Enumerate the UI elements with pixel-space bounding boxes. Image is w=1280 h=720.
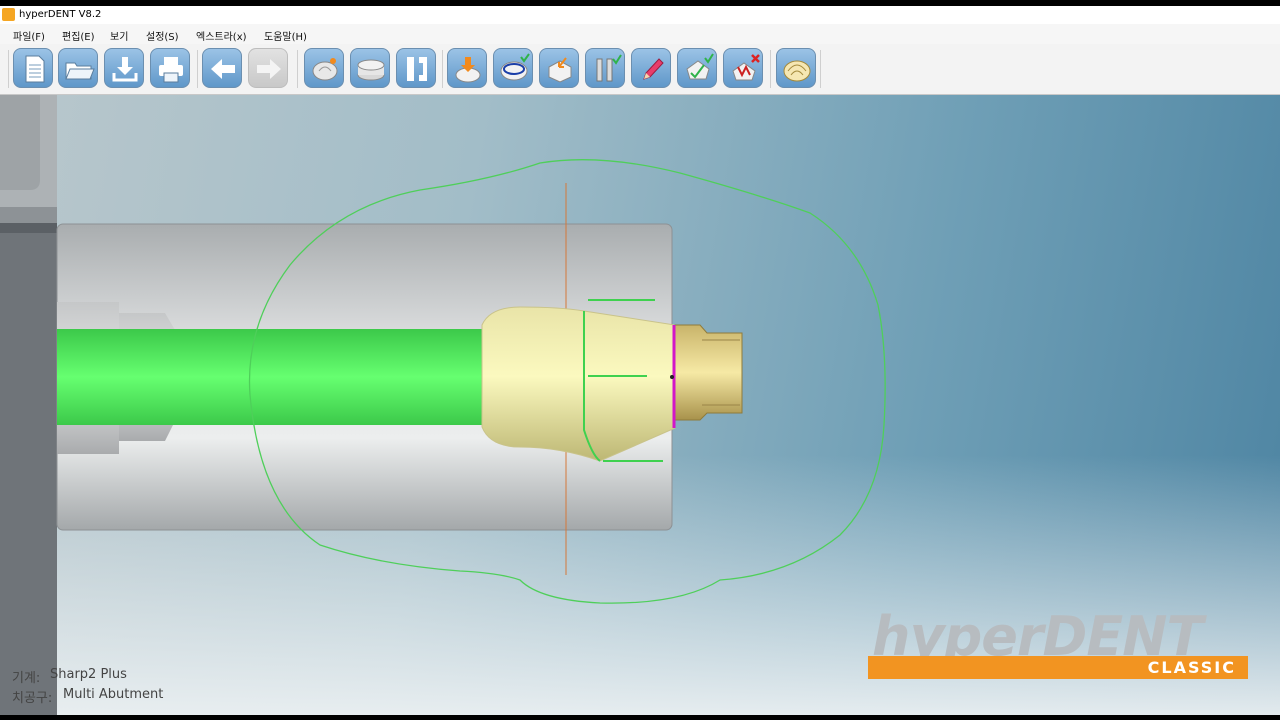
margin-button[interactable]: [493, 48, 533, 88]
hex-connection: [674, 324, 743, 421]
redo-button[interactable]: [248, 48, 288, 88]
blank-disc-icon: [357, 59, 385, 81]
save-download-icon: [112, 57, 138, 82]
edit-button[interactable]: [631, 48, 671, 88]
menu-view[interactable]: 보기: [110, 28, 128, 43]
screen-bottom-border: [0, 715, 1280, 720]
toolbar-separator: [8, 50, 9, 88]
tool-value: Multi Abutment: [63, 687, 164, 702]
print-icon: [159, 57, 183, 83]
window-title: hyperDENT V8.2: [19, 9, 102, 20]
app-logo-icon: [2, 8, 15, 21]
machine-label: 기계:: [12, 671, 41, 686]
save-button[interactable]: [104, 48, 144, 88]
tool-label: 치공구:: [12, 691, 53, 706]
toolbar-separator: [442, 50, 443, 88]
tool-check-icon: [596, 54, 622, 82]
menu-bar: 파일(F) 편집(E) 보기 설정(S) 엑스트라(x) 도움말(H): [0, 24, 1280, 44]
fixture-button[interactable]: [396, 48, 436, 88]
calculate-crown-icon: [783, 60, 811, 82]
hyperdent-logo-subtitle: CLASSIC: [1147, 658, 1236, 677]
machine-value: Sharp2 Plus: [50, 667, 127, 682]
green-stem: [57, 329, 482, 425]
machine-frame: [0, 95, 57, 715]
toolbar-separator: [297, 50, 298, 88]
toolbar-separator: [197, 50, 198, 88]
toolbar-separator: [770, 50, 771, 88]
insert-tooth-icon: [312, 58, 338, 81]
hyperdent-window: hyperDENT V8.2 파일(F) 편집(E) 보기 설정(S) 엑스트라…: [0, 0, 1280, 720]
open-folder-icon: [65, 62, 95, 80]
3d-viewport[interactable]: 기계: Sharp2 Plus 치공구: Multi Abutment hype…: [0, 95, 1280, 715]
pen-edit-icon: [643, 58, 664, 80]
tooth-delete-icon: [732, 54, 760, 81]
position-button[interactable]: [539, 48, 579, 88]
calculate-button[interactable]: [776, 48, 816, 88]
import-button[interactable]: [447, 48, 487, 88]
tooth-import-icon: [455, 57, 481, 83]
forward-arrow-icon: [257, 59, 281, 79]
approve-button[interactable]: [677, 48, 717, 88]
tool-check-button[interactable]: [585, 48, 625, 88]
new-button[interactable]: [13, 48, 53, 88]
menu-extra[interactable]: 엑스트라(x): [196, 28, 247, 43]
title-bar: hyperDENT V8.2: [0, 6, 1280, 24]
abutment-body: [481, 306, 676, 462]
back-arrow-icon: [211, 59, 235, 79]
toolbar: [0, 44, 1280, 95]
new-document-icon: [25, 55, 45, 83]
menu-help[interactable]: 도움말(H): [264, 28, 307, 43]
menu-edit[interactable]: 편집(E): [62, 28, 95, 43]
insert-tooth-button[interactable]: [304, 48, 344, 88]
hyperdent-logo-bar: CLASSIC: [868, 656, 1248, 679]
menu-file[interactable]: 파일(F): [13, 28, 45, 43]
tooth-approve-icon: [686, 53, 714, 80]
menu-settings[interactable]: 설정(S): [146, 28, 179, 43]
toolbar-separator: [820, 50, 821, 88]
undo-button[interactable]: [202, 48, 242, 88]
print-button[interactable]: [150, 48, 190, 88]
open-button[interactable]: [58, 48, 98, 88]
tooth-position-icon: [548, 57, 572, 83]
blank-button[interactable]: [350, 48, 390, 88]
delete-button[interactable]: [723, 48, 763, 88]
fixture-holder-icon: [407, 57, 427, 81]
tooth-margin-icon: [500, 53, 530, 81]
